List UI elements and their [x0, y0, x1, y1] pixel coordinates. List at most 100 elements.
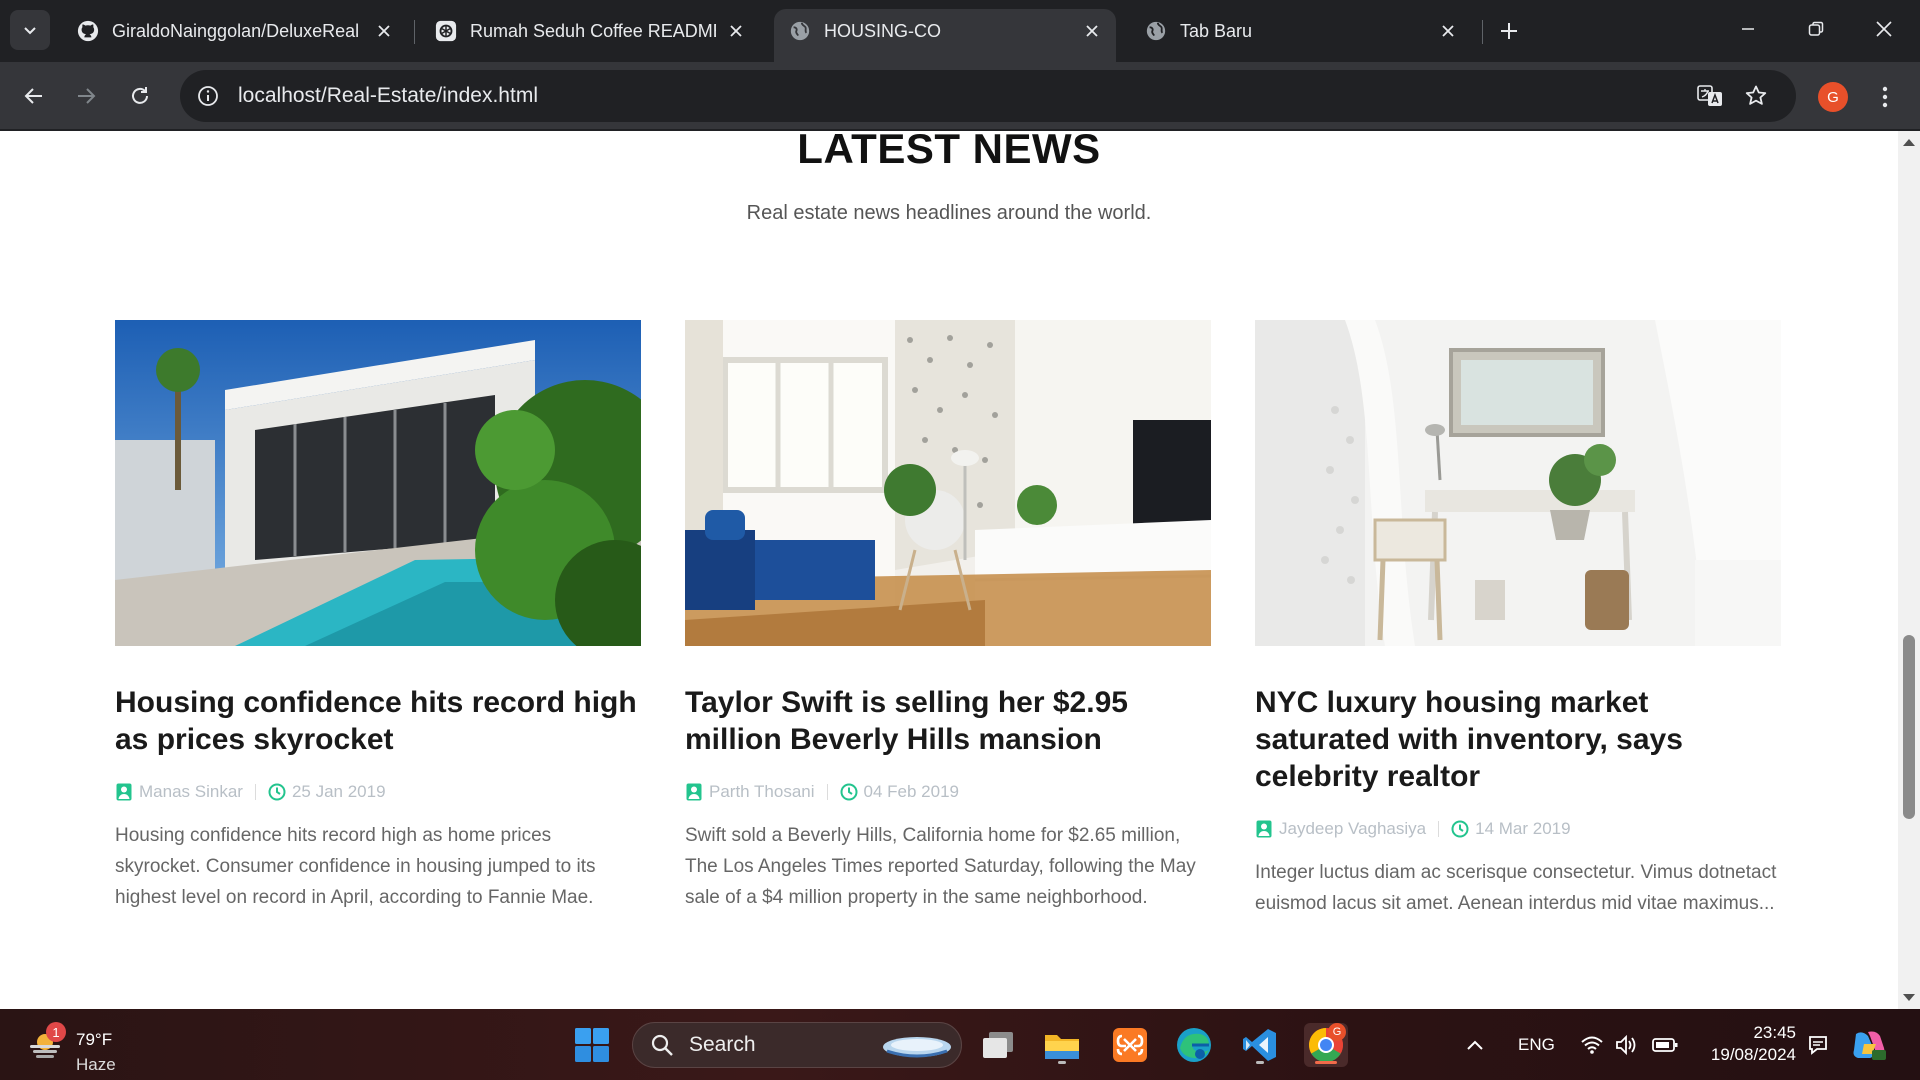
battery-icon[interactable] [1652, 1009, 1678, 1080]
chevron-up-icon [1467, 1040, 1483, 1050]
tab-housing-co[interactable]: HOUSING-CO [774, 9, 1116, 62]
page-scrollbar[interactable] [1898, 131, 1920, 1009]
tab-tab-baru[interactable]: Tab Baru [1130, 9, 1472, 53]
url-text: localhost/Real-Estate/index.html [238, 84, 538, 107]
task-view-button[interactable] [976, 1023, 1020, 1067]
news-meta: Parth Thosani 04 Feb 2019 [685, 782, 1211, 802]
news-date: 04 Feb 2019 [863, 782, 959, 801]
start-button[interactable] [570, 1023, 614, 1067]
reload-button[interactable] [120, 76, 160, 116]
task-view-icon [983, 1032, 1013, 1058]
site-info-icon[interactable] [194, 82, 222, 110]
page-viewport: LATEST NEWS Real estate news headlines a… [0, 131, 1898, 1009]
minimize-icon [1742, 28, 1754, 30]
chevron-down-icon [24, 27, 36, 35]
reload-icon [132, 87, 148, 104]
running-indicator [1256, 1061, 1264, 1064]
news-author: Jaydeep Vaghasiya [1279, 819, 1427, 838]
chatgpt-icon [434, 19, 458, 43]
chrome-profile-badge: G [1328, 1023, 1346, 1041]
chrome-button[interactable]: G [1304, 1023, 1348, 1067]
file-explorer-button[interactable] [1040, 1023, 1084, 1067]
weather-widget[interactable]: 1 79°F Haze [22, 1020, 152, 1074]
minimize-button[interactable] [1724, 8, 1772, 50]
user-icon [1255, 820, 1273, 838]
news-card: NYC luxury housing market saturated with… [1255, 320, 1781, 919]
xampp-icon [1113, 1028, 1147, 1062]
tab-rumah-seduh[interactable]: Rumah Seduh Coffee README [420, 9, 760, 53]
back-button[interactable] [14, 76, 54, 116]
news-image-living-room[interactable] [685, 320, 1211, 646]
forward-button[interactable] [66, 76, 106, 116]
tab-github[interactable]: GiraldoNainggolan/DeluxeReal [62, 9, 408, 53]
tab-title: HOUSING-CO [824, 20, 941, 41]
tab-title: Rumah Seduh Coffee README [470, 20, 716, 41]
plus-icon [1501, 23, 1517, 39]
address-bar[interactable]: localhost/Real-Estate/index.html [180, 70, 1796, 122]
news-excerpt: Integer luctus diam ac scerisque consect… [1255, 862, 1777, 914]
edge-button[interactable] [1172, 1023, 1216, 1067]
news-meta: Manas Sinkar 25 Jan 2019 [115, 782, 641, 802]
language-indicator[interactable]: ENG [1518, 1009, 1555, 1080]
news-excerpt: Housing confidence hits record high as h… [115, 825, 596, 908]
search-placeholder: Search [689, 1033, 756, 1056]
wifi-icon[interactable] [1580, 1009, 1604, 1080]
restore-icon [1808, 21, 1824, 36]
news-headline[interactable]: Taylor Swift is selling her $2.95 millio… [685, 684, 1211, 758]
scroll-down-arrow-icon[interactable] [1903, 994, 1915, 1001]
windows-logo-icon [575, 1028, 609, 1062]
system-clock[interactable]: 23:45 19/08/2024 [1700, 1022, 1796, 1066]
xampp-button[interactable] [1108, 1023, 1152, 1067]
close-icon[interactable] [1436, 19, 1460, 43]
copilot-icon[interactable] [1850, 1009, 1888, 1080]
tab-title: Tab Baru [1180, 20, 1253, 41]
news-headline[interactable]: Housing confidence hits record high as p… [115, 684, 641, 758]
notifications-icon[interactable] [1806, 1009, 1830, 1080]
translate-icon[interactable] [1696, 82, 1724, 110]
restore-button[interactable] [1792, 8, 1840, 50]
search-highlight-icon [877, 1029, 953, 1069]
close-icon[interactable] [724, 19, 748, 43]
meta-separator [254, 784, 256, 800]
show-hidden-icons-button[interactable] [1466, 1009, 1484, 1080]
profile-avatar[interactable]: G [1818, 82, 1848, 112]
section-subtitle: Real estate news headlines around the wo… [746, 202, 1152, 224]
new-tab-button[interactable] [1492, 14, 1526, 48]
weather-badge: 1 [46, 1022, 66, 1042]
news-excerpt: Swift sold a Beverly Hills, California h… [685, 825, 1196, 908]
tab-separator [414, 20, 415, 44]
vscode-icon [1243, 1029, 1276, 1061]
vscode-button[interactable] [1238, 1023, 1282, 1067]
user-icon [115, 783, 133, 801]
tab-search-button[interactable] [10, 10, 50, 50]
close-icon[interactable] [1080, 19, 1104, 43]
globe-icon [1144, 19, 1168, 43]
news-image-bedroom[interactable] [1255, 320, 1781, 646]
news-headline[interactable]: NYC luxury housing market saturated with… [1255, 684, 1781, 795]
weather-temp: 79°F [76, 1030, 113, 1049]
globe-icon [788, 19, 812, 43]
clock-time: 23:45 [1753, 1023, 1796, 1042]
github-icon [76, 19, 100, 43]
bookmark-star-icon[interactable] [1742, 82, 1770, 110]
meta-separator [826, 784, 828, 800]
taskbar: 1 79°F Haze Search G ENG 23:45 19/08/202… [0, 1009, 1920, 1080]
edge-icon [1177, 1028, 1211, 1062]
clock-date: 19/08/2024 [1710, 1045, 1796, 1064]
section-title: LATEST NEWS [797, 131, 1101, 172]
scroll-up-arrow-icon[interactable] [1903, 139, 1915, 146]
scrollbar-thumb[interactable] [1903, 635, 1915, 819]
close-window-button[interactable] [1860, 8, 1908, 50]
arrow-right-icon [78, 88, 96, 104]
clock-icon [840, 783, 858, 801]
news-image-villa[interactable] [115, 320, 641, 646]
volume-icon[interactable] [1614, 1009, 1638, 1080]
meta-separator [1438, 821, 1440, 837]
taskbar-search-box[interactable]: Search [632, 1022, 962, 1068]
browser-tab-strip: GiraldoNainggolan/DeluxeReal Rumah Seduh… [0, 0, 1920, 62]
weather-condition: Haze [76, 1055, 116, 1074]
running-indicator [1058, 1061, 1066, 1064]
close-icon[interactable] [372, 19, 396, 43]
user-icon [685, 783, 703, 801]
menu-dots-icon[interactable] [1870, 82, 1900, 112]
